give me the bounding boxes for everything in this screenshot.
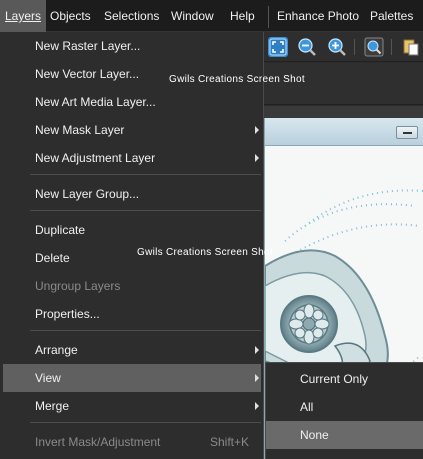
submenu-arrow-icon [255, 346, 259, 354]
toolbar-divider [354, 39, 355, 55]
menu-separator [30, 210, 261, 211]
menu-palettes[interactable]: Palettes [370, 0, 413, 32]
minimize-button[interactable] [396, 126, 418, 139]
menu-item-label: New Vector Layer... [35, 67, 140, 81]
menu-selections-label: Selections [104, 9, 160, 23]
view-submenu: Current Only All None [265, 362, 423, 459]
document-title-bar[interactable] [265, 118, 423, 146]
menu-separator [30, 330, 261, 331]
menu-window[interactable]: Window [171, 0, 214, 32]
menu-window-label: Window [171, 9, 214, 23]
menu-item-label: Arrange [35, 343, 78, 357]
menu-item-label: New Raster Layer... [35, 39, 141, 53]
zoom-out-icon[interactable] [297, 37, 317, 57]
submenu-arrow-icon [255, 126, 259, 134]
menu-item-label: View [35, 371, 61, 385]
submenu-item-current-only[interactable]: Current Only [266, 365, 423, 393]
submenu-item-label: None [300, 428, 329, 442]
menu-item-label: Properties... [35, 307, 100, 321]
submenu-item-none[interactable]: None [266, 421, 423, 449]
fit-window-icon[interactable] [268, 37, 288, 57]
menu-item-label: New Adjustment Layer [35, 151, 156, 165]
menu-item-label: Ungroup Layers [35, 279, 121, 293]
menu-layers-label: Layers [5, 9, 42, 23]
menu-objects-label: Objects [50, 9, 91, 23]
zoom-actual-icon[interactable] [364, 37, 384, 57]
menu-item-label: New Art Media Layer... [35, 95, 156, 109]
submenu-item-label: Current Only [300, 372, 369, 386]
menu-palettes-label: Palettes [370, 9, 414, 23]
menu-item-invert-mask-adjustment: Invert Mask/Adjustment Shift+K [3, 428, 261, 456]
menu-help[interactable]: Help [230, 0, 255, 32]
submenu-item-label: All [300, 400, 314, 414]
menubar-divider [268, 6, 269, 28]
menu-enhance-photo[interactable]: Enhance Photo [277, 0, 359, 32]
menu-bar: Layers Objects Selections Window Help En… [0, 0, 423, 32]
watermark-text: Gwils Creations Screen Shot [169, 74, 305, 85]
menu-item-label: Merge [35, 399, 70, 413]
watermark-text: Gwils Creations Screen Shot [137, 247, 273, 258]
submenu-arrow-icon [255, 374, 259, 382]
menu-item-new-layer-group[interactable]: New Layer Group... [3, 180, 261, 208]
menu-item-new-mask-layer[interactable]: New Mask Layer [3, 116, 261, 144]
menu-item-view[interactable]: View [3, 364, 261, 392]
menu-item-label: Delete [35, 251, 70, 265]
submenu-item-all[interactable]: All [266, 393, 423, 421]
menu-selections[interactable]: Selections [104, 0, 159, 32]
menu-enhance-photo-label: Enhance Photo [277, 9, 360, 23]
menu-item-label: Duplicate [35, 223, 86, 237]
menu-item-shortcut: Shift+K [209, 435, 249, 449]
menu-separator [30, 174, 261, 175]
menu-item-label: Invert Mask/Adjustment [35, 435, 161, 449]
submenu-arrow-icon [255, 402, 259, 410]
menu-item-new-adjustment-layer[interactable]: New Adjustment Layer [3, 144, 261, 172]
standard-toolbar [264, 32, 423, 62]
menu-item-new-raster-layer[interactable]: New Raster Layer... [3, 32, 261, 60]
paste-icon[interactable] [401, 37, 421, 57]
menu-item-new-art-media-layer[interactable]: New Art Media Layer... [3, 88, 261, 116]
toolbar-divider [391, 39, 392, 55]
menu-layers[interactable]: Layers [0, 0, 47, 32]
menu-item-arrange[interactable]: Arrange [3, 336, 261, 364]
zoom-in-icon[interactable] [327, 37, 347, 57]
menu-item-properties[interactable]: Properties... [3, 300, 261, 328]
menu-objects[interactable]: Objects [50, 0, 91, 32]
workspace-background [264, 106, 423, 118]
menu-item-ungroup-layers: Ungroup Layers [3, 272, 261, 300]
menu-separator [30, 422, 261, 423]
submenu-arrow-icon [255, 154, 259, 162]
menu-item-label: New Layer Group... [35, 187, 140, 201]
menu-help-label: Help [230, 9, 255, 23]
menu-item-duplicate[interactable]: Duplicate [3, 216, 261, 244]
menu-item-label: New Mask Layer [35, 123, 125, 137]
layers-menu: New Raster Layer... New Vector Layer... … [0, 32, 264, 459]
menu-item-merge[interactable]: Merge [3, 392, 261, 420]
